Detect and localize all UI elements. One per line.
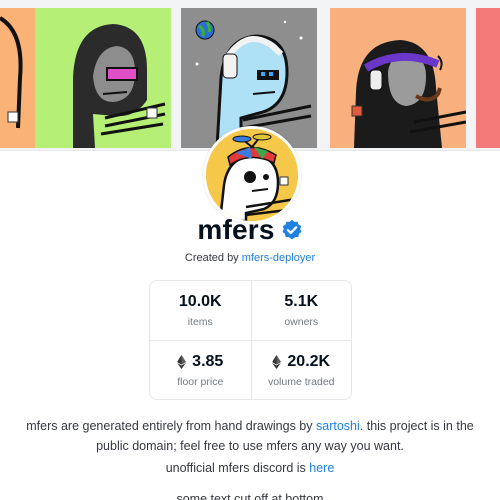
discord-line: unofficial mfers discord is here xyxy=(0,461,500,475)
collection-title: mfers xyxy=(197,214,275,245)
discord-link[interactable]: here xyxy=(309,461,334,475)
sartoshi-link[interactable]: sartoshi xyxy=(316,419,360,433)
cutoff-text: some text cut off at bottom xyxy=(176,492,324,500)
stat-volume-value: 20.2K xyxy=(287,352,331,370)
ethereum-icon xyxy=(272,354,282,369)
stat-volume-traded[interactable]: 20.2K volume traded xyxy=(250,340,351,399)
stat-items[interactable]: 10.0K items xyxy=(150,281,251,340)
stat-floor-price-row: 3.85 xyxy=(177,353,223,371)
banner-nft-salmon xyxy=(330,8,466,148)
stat-owners-value: 5.1K xyxy=(284,293,319,310)
description-text-start: mfers are generated entirely from hand d… xyxy=(26,419,313,433)
created-by-line: Created by mfers-deployer xyxy=(0,252,500,264)
stat-owners-label: owners xyxy=(284,316,319,328)
creator-link[interactable]: mfers-deployer xyxy=(242,252,315,264)
stat-volume-row: 20.2K xyxy=(272,353,330,371)
stat-volume-label: volume traded xyxy=(267,375,335,388)
collection-title-row: mfers xyxy=(0,210,500,250)
stats-panel: 10.0K items 5.1K owners 3.85 floor price… xyxy=(149,280,352,400)
verified-badge-icon xyxy=(282,219,302,240)
stat-items-value: 10.0K xyxy=(178,293,222,310)
stat-items-label: items xyxy=(187,316,213,328)
stat-owners[interactable]: 5.1K owners xyxy=(250,281,352,340)
stat-floor-price[interactable]: 3.85 floor price xyxy=(150,340,251,399)
discord-text: unofficial mfers discord is xyxy=(165,461,306,475)
created-by-label: Created by xyxy=(184,252,239,264)
banner-nft-red xyxy=(476,8,500,148)
stat-floor-price-label: floor price xyxy=(177,375,224,388)
cutoff-text-line: some text cut off at bottom xyxy=(0,488,500,500)
ethereum-icon xyxy=(177,354,187,369)
collection-description: mfers are generated entirely from hand d… xyxy=(20,416,480,456)
banner-nft-green xyxy=(35,8,171,148)
stat-floor-price-value: 3.85 xyxy=(192,352,224,370)
banner-nft-orange xyxy=(0,8,36,148)
